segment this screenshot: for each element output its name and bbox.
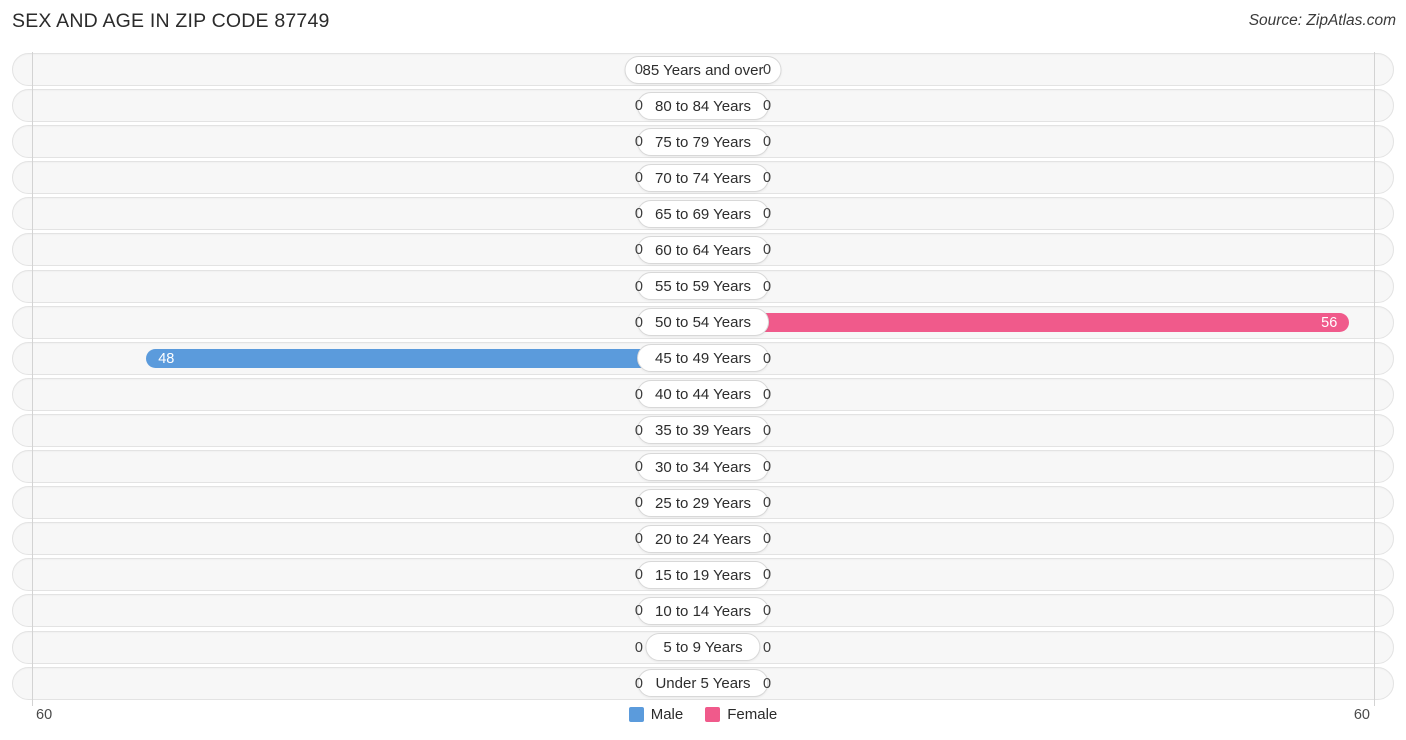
age-group-label: 10 to 14 Years [637, 596, 769, 625]
female-value-label: 0 [763, 675, 772, 692]
age-group-row[interactable]: 0 0 55 to 59 Years [12, 269, 1394, 305]
female-value-label: 0 [763, 206, 772, 223]
age-group-label: 30 to 34 Years [637, 452, 769, 481]
age-group-label: 25 to 29 Years [637, 488, 769, 517]
male-value-label: 0 [634, 531, 643, 548]
female-value-label: 0 [763, 386, 772, 403]
chart-legend: Male Female [0, 706, 1406, 723]
female-value-label: 0 [763, 62, 772, 78]
age-group-row-list: 0 0 85 Years and over 0 0 80 to 84 Years 0 0 75 … [12, 52, 1394, 702]
age-group-label: 5 to 9 Years [645, 633, 761, 661]
legend-label: Female [727, 706, 778, 723]
female-value-label: 56 [1321, 314, 1338, 331]
age-group-label: 50 to 54 Years [637, 308, 769, 337]
male-value-label: 0 [634, 495, 643, 512]
age-group-row[interactable]: 0 0 25 to 29 Years [12, 485, 1394, 521]
age-group-row[interactable]: 0 0 75 to 79 Years [12, 124, 1394, 160]
female-value-label: 0 [763, 350, 772, 367]
legend-label: Male [650, 706, 684, 723]
male-value-label: 0 [634, 134, 643, 151]
male-value-label: 48 [158, 350, 175, 367]
female-value-label: 0 [763, 603, 772, 620]
age-group-label: 65 to 69 Years [637, 199, 769, 228]
age-group-label: 80 to 84 Years [637, 91, 769, 120]
age-group-row[interactable]: 0 0 60 to 64 Years [12, 232, 1394, 268]
male-value-label: 0 [634, 278, 643, 295]
age-group-label: 75 to 79 Years [637, 127, 769, 156]
female-value-label: 0 [763, 567, 772, 584]
female-bar[interactable] [703, 312, 1350, 332]
age-group-label: Under 5 Years [637, 669, 769, 698]
female-value-label: 0 [763, 495, 772, 512]
age-group-row[interactable]: 0 0 15 to 19 Years [12, 557, 1394, 593]
chart-header: SEX AND AGE IN ZIP CODE 87749 Source: Zi… [0, 0, 1406, 44]
female-value-label: 0 [763, 278, 772, 295]
male-value-label: 0 [634, 639, 643, 656]
age-group-row[interactable]: 0 0 85 Years and over [12, 52, 1394, 88]
female-value-label: 0 [763, 531, 772, 548]
age-group-label: 60 to 64 Years [637, 235, 769, 264]
age-group-row[interactable]: 0 0 35 to 39 Years [12, 413, 1394, 449]
male-value-label: 0 [634, 98, 643, 115]
legend-item[interactable]: Male [628, 706, 684, 723]
female-value-label: 0 [763, 98, 772, 115]
chart-page: SEX AND AGE IN ZIP CODE 87749 Source: Zi… [0, 0, 1406, 740]
age-group-row[interactable]: 0 0 40 to 44 Years [12, 377, 1394, 413]
age-group-row[interactable]: 0 0 20 to 24 Years [12, 521, 1394, 557]
male-value-label: 0 [634, 206, 643, 223]
male-value-label: 0 [634, 422, 643, 439]
male-value-label: 0 [634, 567, 643, 584]
age-group-label: 15 to 19 Years [637, 560, 769, 589]
age-group-row[interactable]: 0 56 50 to 54 Years [12, 305, 1394, 341]
source-attribution: Source: ZipAtlas.com [1248, 12, 1396, 29]
male-value-label: 0 [634, 242, 643, 259]
age-group-row[interactable]: 0 0 30 to 34 Years [12, 449, 1394, 485]
female-value-label: 0 [763, 459, 772, 476]
age-group-row[interactable]: 0 0 10 to 14 Years [12, 593, 1394, 629]
age-group-label: 20 to 24 Years [637, 524, 769, 553]
age-group-label: 45 to 49 Years [637, 344, 769, 373]
age-group-row[interactable]: 0 0 80 to 84 Years [12, 88, 1394, 124]
female-value-label: 0 [763, 242, 772, 259]
age-group-label: 85 Years and over [624, 55, 782, 84]
male-bar[interactable] [146, 348, 703, 368]
population-pyramid-plot: 0 0 85 Years and over 0 0 80 to 84 Years 0 0 75 … [12, 52, 1394, 706]
age-group-row[interactable]: 48 0 45 to 49 Years [12, 341, 1394, 377]
male-value-label: 0 [634, 170, 643, 187]
female-value-label: 0 [763, 422, 772, 439]
legend-swatch-icon [705, 707, 721, 722]
female-value-label: 0 [763, 639, 772, 656]
age-group-row[interactable]: 0 0 65 to 69 Years [12, 196, 1394, 232]
male-value-label: 0 [634, 675, 643, 692]
female-value-label: 0 [763, 170, 772, 187]
male-value-label: 0 [634, 314, 643, 331]
age-group-label: 35 to 39 Years [637, 416, 769, 445]
page-title: SEX AND AGE IN ZIP CODE 87749 [12, 10, 330, 32]
male-value-label: 0 [634, 459, 643, 476]
legend-swatch-icon [628, 707, 644, 722]
age-group-row[interactable]: 0 05 to 9 Years [12, 630, 1394, 666]
male-value-label: 0 [634, 603, 643, 620]
female-value-label: 0 [763, 134, 772, 151]
male-value-label: 0 [634, 62, 643, 78]
age-group-row[interactable]: 0 0 70 to 74 Years [12, 160, 1394, 196]
age-group-label: 70 to 74 Years [637, 163, 769, 192]
male-value-label: 0 [634, 386, 643, 403]
age-group-label: 40 to 44 Years [637, 380, 769, 409]
chart-footer: 60 60 Male Female [0, 702, 1406, 740]
age-group-row[interactable]: 0 0 Under 5 Years [12, 666, 1394, 702]
legend-item[interactable]: Female [705, 706, 777, 723]
age-group-label: 55 to 59 Years [637, 272, 769, 301]
